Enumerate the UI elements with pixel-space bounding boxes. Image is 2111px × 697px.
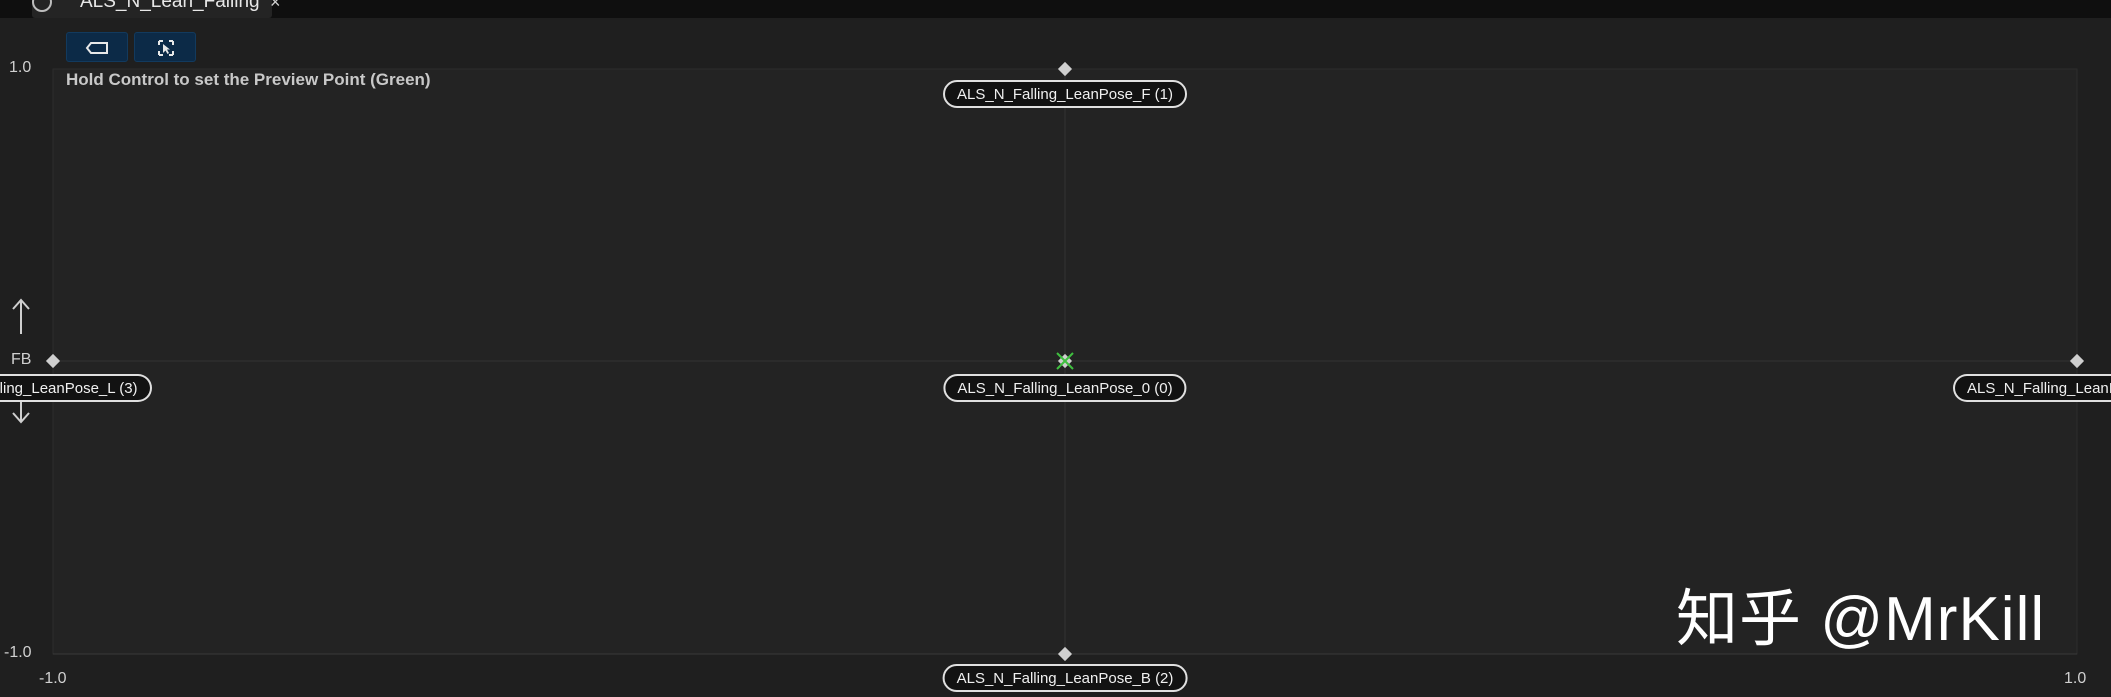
vertical-axis-name: FB bbox=[11, 351, 32, 368]
sample-label-left[interactable]: alling_LeanPose_L (3) bbox=[0, 374, 152, 402]
x-axis-max-label: 1.0 bbox=[2064, 670, 2087, 687]
preview-hint-text: Hold Control to set the Preview Point (G… bbox=[66, 70, 431, 89]
tab-strip: ALS_N_Lean_Falling × bbox=[0, 0, 2111, 18]
toolbar-button-select[interactable] bbox=[134, 32, 196, 62]
select-cursor-icon bbox=[158, 40, 174, 56]
preview-point[interactable] bbox=[1056, 352, 1074, 370]
sample-label-right[interactable]: ALS_N_Falling_LeanI bbox=[1953, 374, 2111, 402]
asset-tab[interactable]: ALS_N_Lean_Falling × bbox=[32, 0, 281, 18]
close-icon[interactable]: × bbox=[270, 0, 281, 13]
watermark: 知乎 @MrKill bbox=[1676, 585, 2046, 654]
sample-label-backward[interactable]: ALS_N_Falling_LeanPose_B (2) bbox=[942, 664, 1188, 692]
toolbar-button-tag[interactable] bbox=[66, 32, 128, 62]
y-axis-max-label: 1.0 bbox=[9, 59, 32, 76]
y-axis-min-label: -1.0 bbox=[4, 644, 32, 661]
blend-space-editor: Hold Control to set the Preview Point (G… bbox=[0, 18, 2111, 697]
tab-title: ALS_N_Lean_Falling bbox=[80, 0, 260, 12]
tag-icon bbox=[85, 42, 108, 54]
info-icon bbox=[32, 0, 52, 12]
sample-label-forward[interactable]: ALS_N_Falling_LeanPose_F (1) bbox=[943, 80, 1187, 108]
arrow-up-icon bbox=[12, 298, 30, 334]
x-axis-min-label: -1.0 bbox=[39, 670, 67, 687]
sample-label-center[interactable]: ALS_N_Falling_LeanPose_0 (0) bbox=[943, 374, 1187, 402]
